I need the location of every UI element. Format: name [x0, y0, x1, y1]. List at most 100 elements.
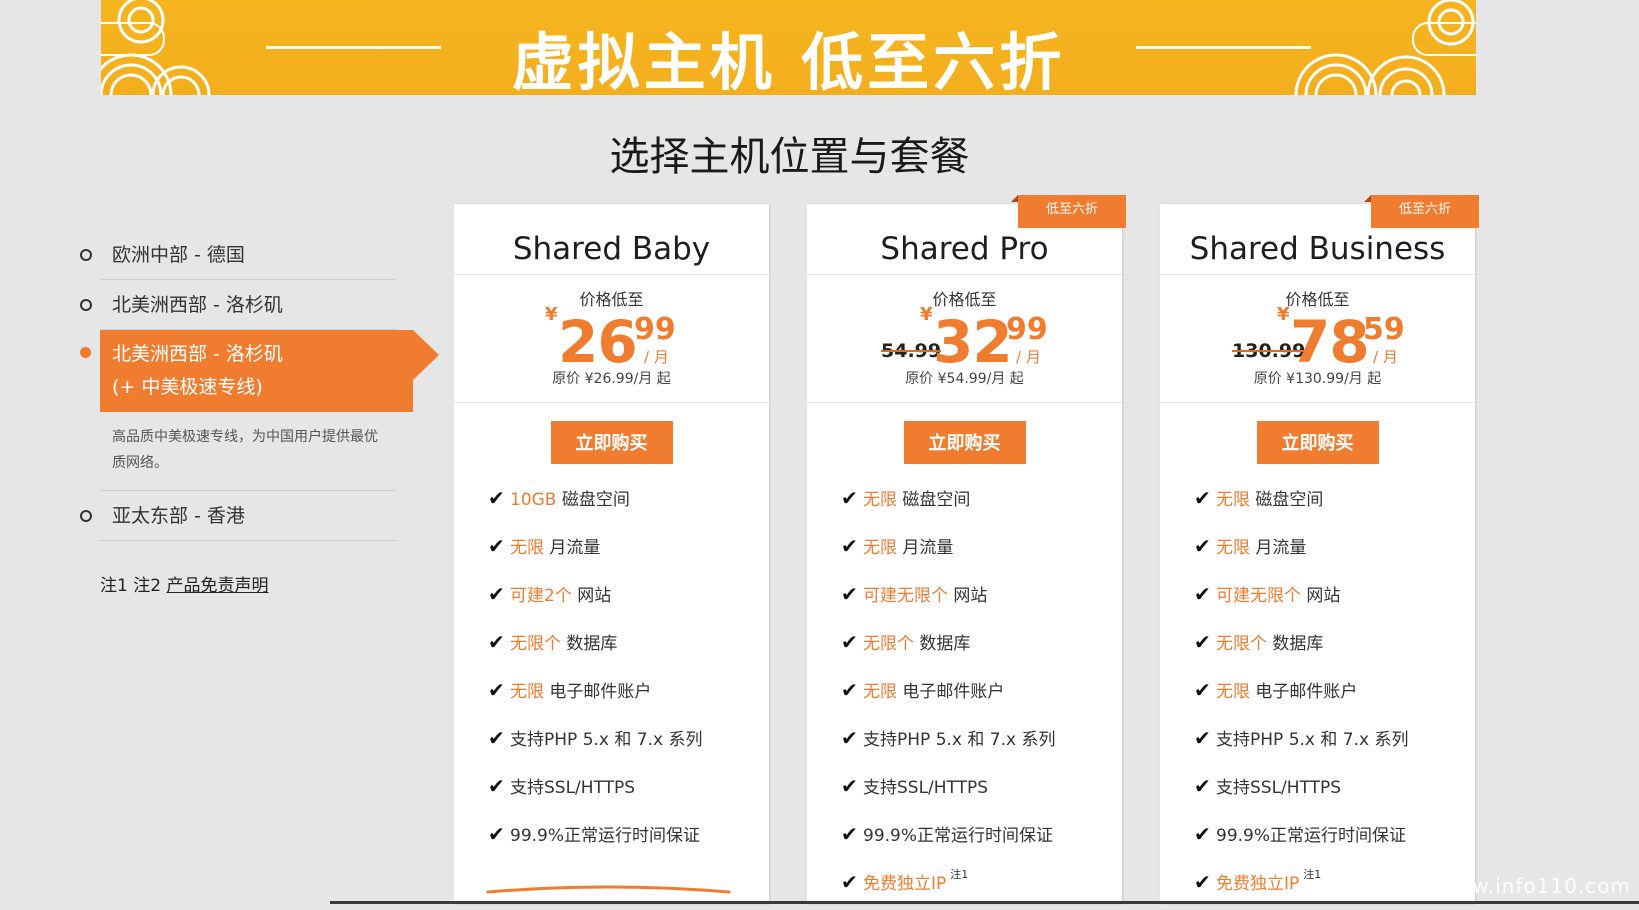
feature-item: ✔ 99.9%正常运行时间保证 — [488, 814, 769, 862]
circle-bullet-icon — [80, 510, 92, 522]
price-integer: 32 — [933, 308, 1013, 376]
checkmark-icon: ✔ — [488, 822, 505, 846]
price-label: 价格低至 — [1285, 290, 1350, 309]
feature-text: 磁盘空间 — [556, 490, 630, 510]
price-label: 价格低至 — [579, 290, 644, 309]
feature-item: ✔ 无限 月流量 — [841, 526, 1122, 574]
feature-text: 月流量 — [1250, 538, 1307, 558]
location-label: 欧洲中部 - 德国 — [112, 244, 245, 266]
feature-list: ✔ 10GB 磁盘空间 ✔ 无限 月流量 ✔ 可建2个 网站 ✔ 无限个 数据库 ✔ 无限… — [454, 478, 769, 862]
page-title: 选择主机位置与套餐 — [609, 134, 970, 180]
feature-item: ✔ 无限 磁盘空间 — [1194, 478, 1475, 526]
buy-now-button[interactable]: 立即购买 — [1256, 421, 1379, 464]
price-cents: 99 — [1006, 312, 1048, 347]
feature-highlight: 可建2个 — [510, 586, 572, 606]
feature-highlight: 无限 — [510, 682, 544, 702]
checkmark-icon: ✔ — [488, 678, 505, 702]
checkmark-icon: ✔ — [1194, 726, 1211, 750]
plan-name: Shared Baby — [454, 204, 769, 275]
feature-item: ✔ 无限 电子邮件账户 — [1194, 670, 1475, 718]
location-item-los-angeles-cn2[interactable]: 北美洲西部 - 洛杉矶 (+ 中美极速专线) — [80, 330, 439, 412]
feature-text: 数据库 — [1267, 634, 1324, 654]
checkmark-icon: ✔ — [1194, 630, 1211, 654]
feature-text: 网站 — [571, 586, 612, 606]
feature-highlight: 可建无限个 — [863, 586, 948, 606]
buy-now-button[interactable]: 立即购买 — [903, 421, 1026, 464]
feature-highlight[interactable]: 免费独立IP — [863, 874, 946, 894]
brush-underline-decor — [486, 885, 731, 894]
feature-highlight: 无限 — [1216, 490, 1250, 510]
note1-link[interactable]: 注1 — [100, 576, 128, 596]
feature-text: 99.9%正常运行时间保证 — [863, 826, 1054, 846]
footnote-marker: 注1 — [950, 868, 969, 881]
feature-item: ✔ 可建无限个 网站 — [841, 574, 1122, 622]
feature-text: 支持PHP 5.x 和 7.x 系列 — [1216, 730, 1409, 750]
currency-symbol: ¥ — [1277, 304, 1290, 325]
location-item-los-angeles[interactable]: 北美洲西部 - 洛杉矶 — [80, 280, 396, 330]
checkmark-icon: ✔ — [841, 870, 858, 894]
location-label: 北美洲西部 - 洛杉矶 — [112, 343, 283, 365]
feature-text: 数据库 — [561, 634, 618, 654]
feature-highlight: 10GB — [510, 490, 557, 510]
price-cents: 99 — [634, 312, 676, 347]
checkmark-icon: ✔ — [841, 486, 858, 510]
price-period: / 月 — [644, 348, 669, 366]
feature-highlight: 无限 — [863, 538, 897, 558]
discount-ribbon: 低至六折 — [1364, 195, 1479, 228]
feature-item: ✔ 无限 电子邮件账户 — [841, 670, 1122, 718]
feature-item: ✔ 无限个 数据库 — [1194, 622, 1475, 670]
checkmark-icon: ✔ — [841, 534, 858, 558]
price-row: 130.99 ¥ 78 59 / 月 — [1160, 304, 1475, 376]
feature-item: ✔ 无限 磁盘空间 — [841, 478, 1122, 526]
feature-text: 数据库 — [914, 634, 971, 654]
buy-now-button[interactable]: 立即购买 — [550, 421, 673, 464]
feature-text: 月流量 — [544, 538, 601, 558]
location-label: 亚太东部 - 香港 — [112, 505, 245, 527]
feature-text: 支持PHP 5.x 和 7.x 系列 — [510, 730, 703, 750]
plan-card-baby: Shared Baby 价格低至 ¥ 26 99 / 月 原价 ¥26.99/月… — [454, 204, 769, 904]
location-item-germany[interactable]: 欧洲中部 - 德国 — [80, 230, 396, 280]
note2-link[interactable]: 注2 — [133, 576, 161, 596]
feature-list: ✔ 无限 磁盘空间 ✔ 无限 月流量 ✔ 可建无限个 网站 ✔ 无限个 数据库 ✔ 无限 … — [807, 478, 1122, 910]
feature-item: ✔ 无限 月流量 — [1194, 526, 1475, 574]
feature-text: 网站 — [948, 586, 988, 606]
feature-highlight: 无限 — [1216, 538, 1250, 558]
feature-highlight: 无限 — [1216, 682, 1250, 702]
active-bullet-icon — [80, 347, 91, 358]
feature-highlight: 无限 — [863, 490, 897, 510]
feature-text: 99.9%正常运行时间保证 — [1216, 826, 1407, 846]
feature-item: ✔ 可建无限个 网站 — [1194, 574, 1475, 622]
feature-text: 99.9%正常运行时间保证 — [510, 826, 701, 846]
checkmark-icon: ✔ — [488, 534, 505, 558]
feature-list: ✔ 无限 磁盘空间 ✔ 无限 月流量 ✔ 可建无限个 网站 ✔ 无限个 数据库 ✔ 无限 … — [1160, 478, 1475, 910]
checkmark-icon: ✔ — [1194, 774, 1211, 798]
location-item-hong-kong[interactable]: 亚太东部 - 香港 — [80, 491, 396, 541]
price-label: 价格低至 — [932, 290, 997, 309]
disclaimer-link[interactable]: 产品免责声明 — [166, 576, 268, 596]
footnote-marker: 注1 — [1303, 868, 1322, 881]
feature-text: 网站 — [1301, 586, 1341, 606]
promo-banner[interactable]: 虚拟主机 低至六折 — [101, 0, 1476, 95]
feature-item: ✔ 无限 月流量 — [488, 526, 769, 574]
feature-highlight[interactable]: 免费独立IP — [1216, 874, 1299, 894]
feature-highlight: 可建无限个 — [1216, 586, 1301, 606]
checkmark-icon: ✔ — [841, 678, 858, 702]
checkmark-icon: ✔ — [841, 774, 858, 798]
feature-highlight: 无限 — [863, 682, 897, 702]
checkmark-icon: ✔ — [488, 726, 505, 750]
price-block: 价格低至 54.99 ¥ 32 99 / 月 原价 ¥54.99/月 起 — [807, 275, 1122, 403]
feature-highlight: 无限个 — [863, 634, 914, 654]
feature-highlight: 无限 — [510, 538, 544, 558]
checkmark-icon: ✔ — [1194, 534, 1211, 558]
feature-text: 支持SSL/HTTPS — [1216, 778, 1342, 798]
checkmark-icon: ✔ — [1194, 678, 1211, 702]
feature-text: 支持SSL/HTTPS — [510, 778, 636, 798]
checkmark-icon: ✔ — [488, 582, 505, 606]
location-label: 北美洲西部 - 洛杉矶 — [112, 294, 283, 316]
price-integer: 26 — [558, 308, 638, 376]
plan-card-business: 低至六折 Shared Business 价格低至 130.99 ¥ 78 59… — [1160, 195, 1479, 904]
feature-text: 电子邮件账户 — [544, 682, 652, 702]
price-block: 价格低至 ¥ 26 99 / 月 原价 ¥26.99/月 起 — [454, 275, 769, 403]
currency-symbol: ¥ — [545, 304, 558, 325]
feature-item: ✔ 10GB 磁盘空间 — [488, 478, 769, 526]
